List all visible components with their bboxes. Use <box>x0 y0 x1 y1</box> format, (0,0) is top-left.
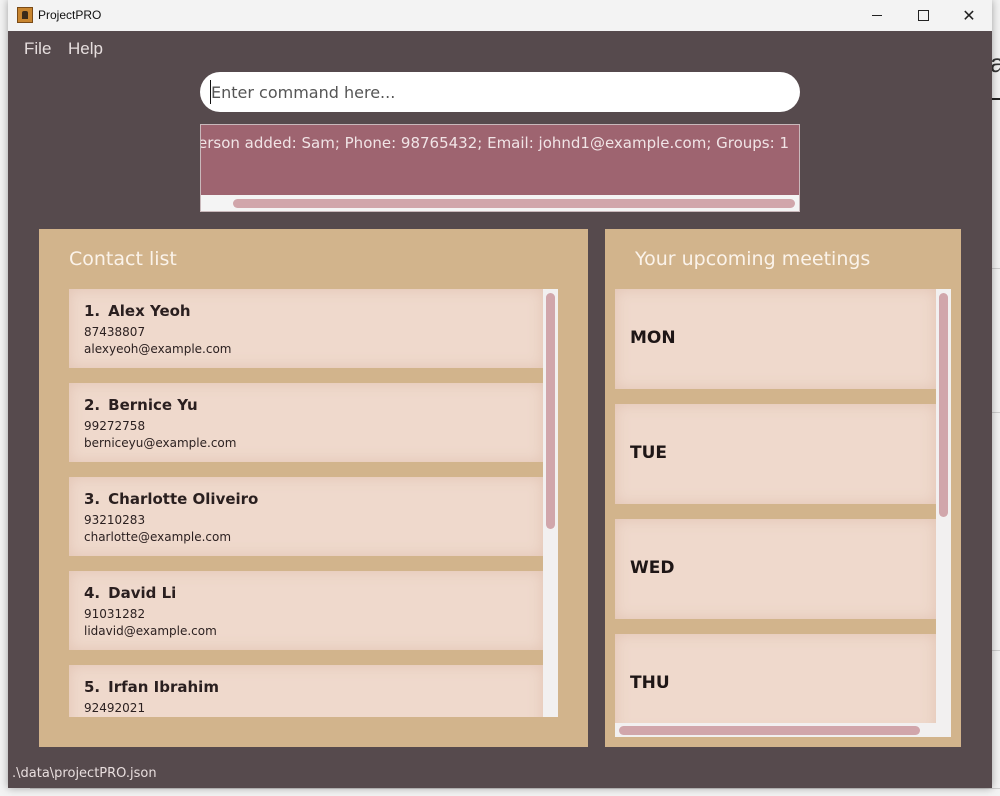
close-icon: ✕ <box>962 5 976 25</box>
contact-card[interactable]: 5. Irfan Ibrahim 92492021 <box>69 665 543 717</box>
scrollbar-thumb[interactable] <box>619 726 920 735</box>
day-label: TUE <box>630 443 668 463</box>
contact-phone: 91031282 <box>84 607 146 621</box>
contact-list-vertical-scrollbar[interactable] <box>543 289 558 717</box>
result-text: New person added: Sam; Phone: 98765432; … <box>201 134 789 152</box>
menu-help[interactable]: Help <box>68 39 103 59</box>
contact-list-panel: Contact list 1. Alex Yeoh 87438807 alexye… <box>39 229 588 747</box>
background-divider <box>992 268 1000 269</box>
result-horizontal-scrollbar[interactable] <box>233 199 795 208</box>
contact-name-text: David Li <box>108 584 177 602</box>
meeting-day-card[interactable]: WED <box>615 519 936 619</box>
contact-list-title: Contact list <box>69 248 177 270</box>
meeting-day-card[interactable]: THU <box>615 634 936 734</box>
contact-card[interactable]: 4. David Li 91031282 lidavid@example.com <box>69 571 543 650</box>
contact-phone: 87438807 <box>84 325 146 339</box>
minimize-icon <box>872 15 882 16</box>
maximize-icon <box>917 10 929 21</box>
contact-email: berniceyu@example.com <box>84 436 237 450</box>
contact-name: 2. Bernice Yu <box>84 396 198 414</box>
title-bar[interactable]: ProjectPRO ✕ <box>8 0 992 31</box>
meetings-title: Your upcoming meetings <box>635 248 871 270</box>
contact-name: 1. Alex Yeoh <box>84 302 191 320</box>
scrollbar-thumb[interactable] <box>546 293 555 529</box>
contact-name-text: Irfan Ibrahim <box>108 678 219 696</box>
background-divider <box>992 650 1000 651</box>
command-input[interactable] <box>210 80 781 104</box>
contact-phone: 93210283 <box>84 513 146 527</box>
contact-name-text: Alex Yeoh <box>108 302 191 320</box>
contact-card[interactable]: 2. Bernice Yu 99272758 berniceyu@example.… <box>69 383 543 462</box>
contact-phone: 99272758 <box>84 419 146 433</box>
contact-index: 3. <box>84 490 101 508</box>
window-title: ProjectPRO <box>38 8 102 22</box>
contact-name: 4. David Li <box>84 584 176 602</box>
command-box <box>200 72 800 112</box>
meeting-day-card[interactable]: TUE <box>615 404 936 504</box>
meetings-list: MON TUE WED THU <box>615 289 951 737</box>
contact-list: 1. Alex Yeoh 87438807 alexyeoh@example.co… <box>69 289 558 717</box>
meetings-horizontal-scrollbar[interactable] <box>615 723 951 737</box>
contact-email: lidavid@example.com <box>84 624 217 638</box>
contact-card[interactable]: 1. Alex Yeoh 87438807 alexyeoh@example.co… <box>69 289 543 368</box>
result-text-area[interactable]: New person added: Sam; Phone: 98765432; … <box>201 125 799 195</box>
close-button[interactable]: ✕ <box>946 0 992 31</box>
contact-card[interactable]: 3. Charlotte Oliveiro 93210283 charlotte@… <box>69 477 543 556</box>
maximize-button[interactable] <box>900 0 946 31</box>
day-label: MON <box>630 328 676 348</box>
result-display: New person added: Sam; Phone: 98765432; … <box>200 124 800 212</box>
background-divider <box>992 98 1000 100</box>
meetings-panel: Your upcoming meetings MON TUE WED THU <box>605 229 961 747</box>
save-location-path: .\data\projectPRO.json <box>12 766 157 781</box>
background-divider <box>992 412 1000 413</box>
day-label: WED <box>630 558 675 578</box>
menu-bar: File Help <box>8 31 992 65</box>
background-divider <box>30 788 1000 789</box>
contact-email: alexyeoh@example.com <box>84 342 232 356</box>
menu-file[interactable]: File <box>24 39 51 59</box>
day-label: THU <box>630 673 670 693</box>
app-window: ProjectPRO ✕ File Help New person added:… <box>8 0 992 788</box>
contact-index: 1. <box>84 302 101 320</box>
contact-name-text: Bernice Yu <box>108 396 198 414</box>
contact-index: 2. <box>84 396 101 414</box>
contact-index: 5. <box>84 678 101 696</box>
contact-email: charlotte@example.com <box>84 530 232 544</box>
meetings-vertical-scrollbar[interactable] <box>936 289 951 723</box>
app-icon <box>17 7 33 23</box>
contact-index: 4. <box>84 584 101 602</box>
status-bar: .\data\projectPRO.json <box>8 760 992 788</box>
contact-phone: 92492021 <box>84 701 146 715</box>
contact-name-text: Charlotte Oliveiro <box>108 490 259 508</box>
minimize-button[interactable] <box>854 0 900 31</box>
contact-name: 5. Irfan Ibrahim <box>84 678 219 696</box>
meeting-day-card[interactable]: MON <box>615 289 936 389</box>
contact-name: 3. Charlotte Oliveiro <box>84 490 258 508</box>
scrollbar-thumb[interactable] <box>939 293 948 517</box>
